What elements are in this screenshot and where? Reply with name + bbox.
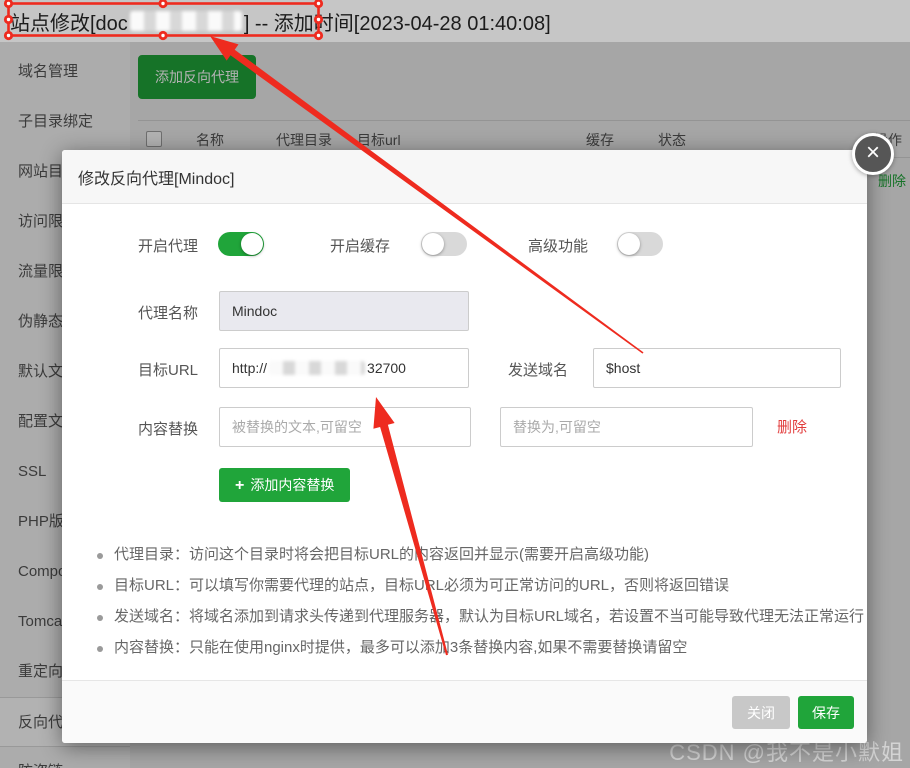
site-edit-title-prefix: 站点修改[doc	[10, 7, 128, 36]
help-note: 发送域名：将域名添加到请求头传递到代理服务器，默认为目标URL域名，若设置不当可…	[95, 607, 845, 627]
cache-enable-label: 开启缓存	[330, 235, 390, 256]
add-content-replace-label: 添加内容替换	[250, 477, 334, 493]
save-button[interactable]: 保存	[798, 696, 854, 729]
window-title-bar: 站点修改[doc ] -- 添加时间[2023-04-28 01:40:08]	[0, 0, 910, 42]
modal-footer: 关闭 保存	[62, 680, 867, 743]
target-url-suffix: 32700	[367, 360, 406, 376]
close-icon[interactable]: ×	[852, 133, 894, 175]
replace-to-input[interactable]	[500, 407, 753, 447]
target-url-label: 目标URL	[138, 359, 198, 380]
close-button[interactable]: 关闭	[732, 696, 790, 729]
site-edit-title-suffix: ] -- 添加时间[2023-04-28 01:40:08]	[244, 7, 551, 36]
cache-enable-toggle[interactable]	[421, 232, 467, 256]
toggle-knob	[618, 233, 640, 255]
replace-from-input[interactable]	[219, 407, 471, 447]
delete-replace-link[interactable]: 删除	[777, 416, 807, 437]
proxy-name-input[interactable]	[219, 291, 469, 331]
plus-icon: +	[235, 477, 244, 494]
help-note: 目标URL：可以填写你需要代理的站点，目标URL必须为可正常访问的URL，否则将…	[95, 576, 845, 596]
advanced-feature-label: 高级功能	[528, 235, 588, 256]
help-notes-list: 代理目录：访问这个目录时将会把目标URL的内容返回并显示(需要开启高级功能) 目标…	[95, 545, 845, 669]
advanced-feature-toggle[interactable]	[617, 232, 663, 256]
proxy-enable-label: 开启代理	[138, 235, 198, 256]
help-note: 内容替换：只能在使用nginx时提供，最多可以添加3条替换内容,如果不需要替换请…	[95, 638, 845, 658]
target-url-input[interactable]: http:// 32700	[219, 348, 469, 388]
modal-title: 修改反向代理[Mindoc]	[78, 165, 234, 189]
send-domain-input[interactable]	[593, 348, 841, 388]
toggle-knob	[422, 233, 444, 255]
content-replace-label: 内容替换	[138, 418, 198, 439]
send-domain-label: 发送域名	[508, 359, 568, 380]
toggle-knob	[241, 233, 263, 255]
target-url-prefix: http://	[232, 360, 267, 376]
censored-url-host	[269, 361, 365, 375]
censored-domain	[130, 11, 242, 31]
screenshot-stage: 站点修改[doc] -- 添加时间[2023-04-28 01:40:08] 域…	[0, 0, 910, 768]
modal-header: 修改反向代理[Mindoc]	[62, 150, 867, 204]
proxy-enable-toggle[interactable]	[218, 232, 264, 256]
edit-reverse-proxy-modal: 修改反向代理[Mindoc] × 开启代理 开启缓存 高级功能 代理名称 目标U…	[62, 150, 867, 743]
add-content-replace-button[interactable]: + 添加内容替换	[219, 468, 350, 502]
proxy-name-label: 代理名称	[138, 302, 198, 323]
help-note: 代理目录：访问这个目录时将会把目标URL的内容返回并显示(需要开启高级功能)	[95, 545, 845, 565]
